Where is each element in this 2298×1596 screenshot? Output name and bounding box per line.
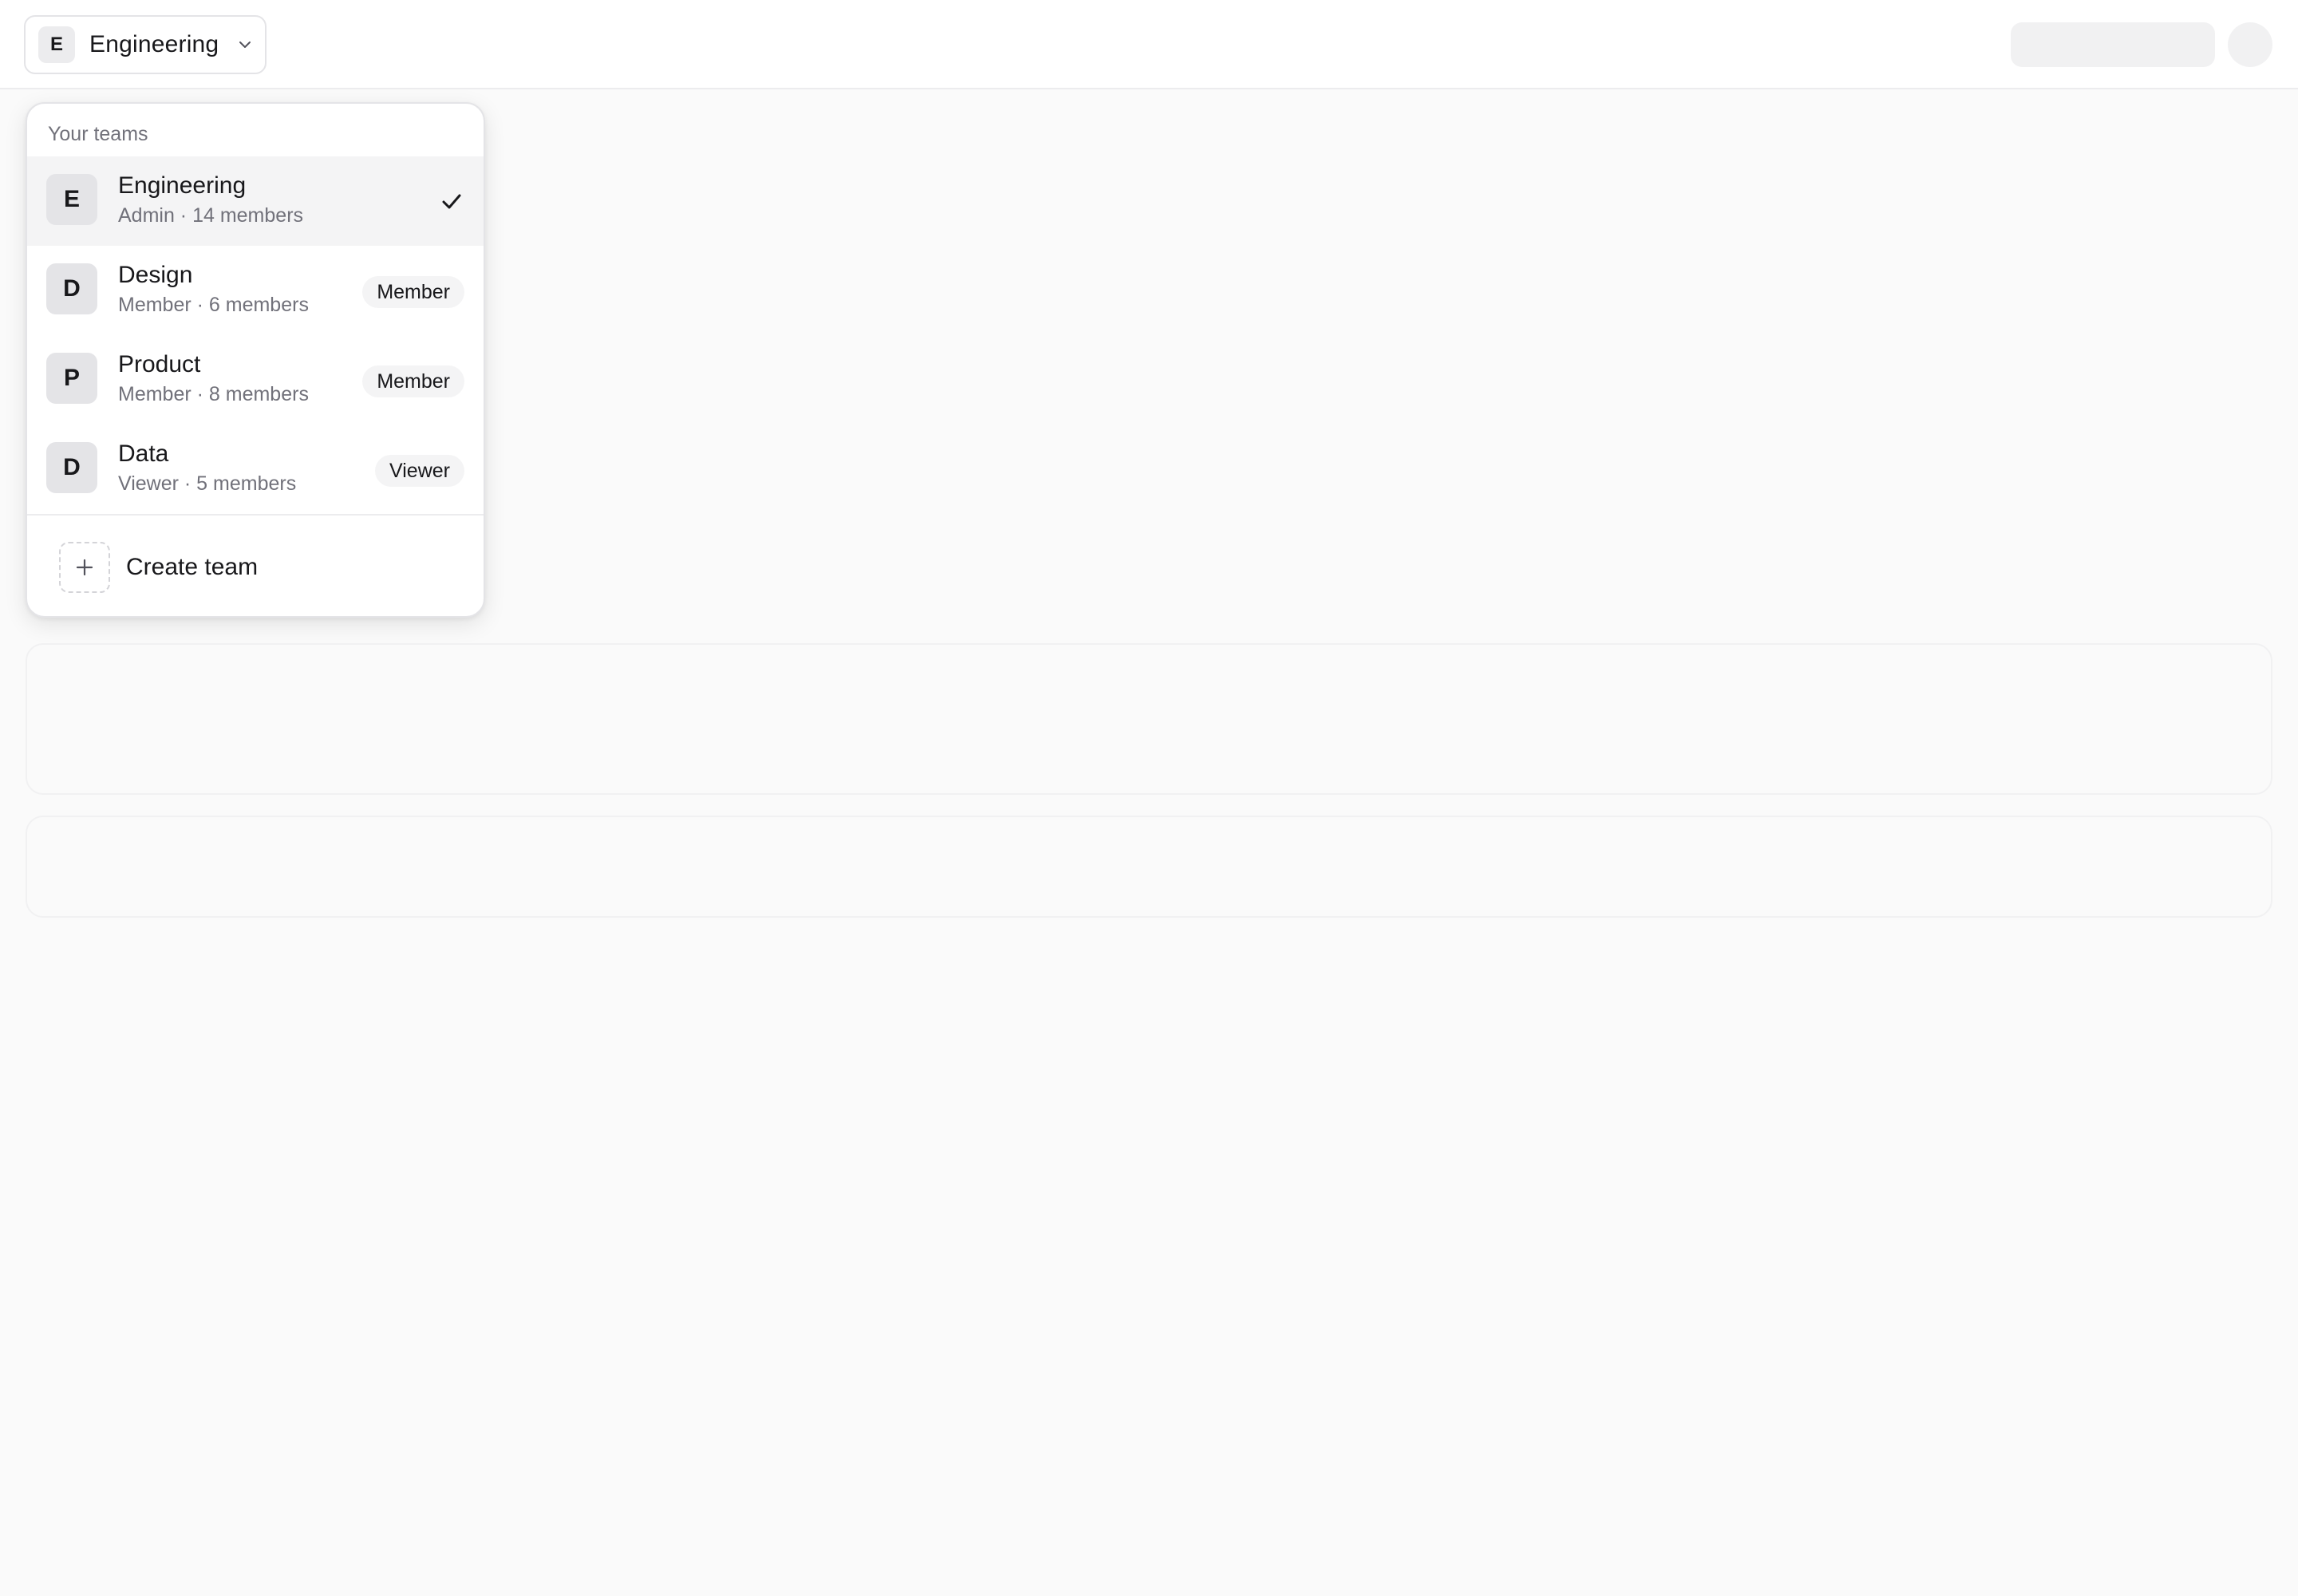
team-avatar: P xyxy=(46,353,97,404)
loading-placeholder-bar xyxy=(2011,22,2215,67)
current-team-name: Engineering xyxy=(89,31,219,57)
team-name: Design xyxy=(118,262,193,288)
role-badge: Member xyxy=(362,276,464,308)
team-meta: Viewer · 5 members xyxy=(118,472,297,495)
team-name: Engineering xyxy=(118,172,247,199)
team-item-data[interactable]: D Data Viewer · 5 members Viewer xyxy=(27,425,484,514)
create-team-label: Create team xyxy=(126,554,259,580)
team-switcher-button[interactable]: E Engineering xyxy=(24,15,267,74)
menu-header: Your teams xyxy=(48,123,148,145)
loading-placeholder-card xyxy=(26,643,2272,795)
team-meta: Admin · 14 members xyxy=(118,204,304,227)
check-icon xyxy=(439,188,464,214)
team-avatar: D xyxy=(46,263,97,314)
plus-icon xyxy=(59,542,110,593)
team-item-engineering[interactable]: E Engineering Admin · 14 members xyxy=(27,156,484,246)
team-meta: Member · 6 members xyxy=(118,294,309,316)
team-item-product[interactable]: P Product Member · 8 members Member xyxy=(27,335,484,425)
team-name: Data xyxy=(118,440,169,467)
chevron-down-icon xyxy=(236,36,254,53)
role-badge: Viewer xyxy=(375,455,464,487)
team-meta: Member · 8 members xyxy=(118,383,309,405)
create-team-button[interactable]: Create team xyxy=(59,541,442,594)
team-avatar: E xyxy=(46,174,97,225)
team-avatar: E xyxy=(38,26,75,63)
team-item-design[interactable]: D Design Member · 6 members Member xyxy=(27,246,484,335)
team-switcher-menu: Your teams E Engineering Admin · 14 memb… xyxy=(26,102,485,618)
team-avatar: D xyxy=(46,442,97,493)
loading-placeholder-card xyxy=(26,816,2272,918)
loading-placeholder-avatar xyxy=(2228,22,2272,67)
team-name: Product xyxy=(118,351,201,377)
top-bar: E Engineering xyxy=(0,0,2298,89)
menu-divider xyxy=(27,514,484,516)
role-badge: Member xyxy=(362,365,464,397)
